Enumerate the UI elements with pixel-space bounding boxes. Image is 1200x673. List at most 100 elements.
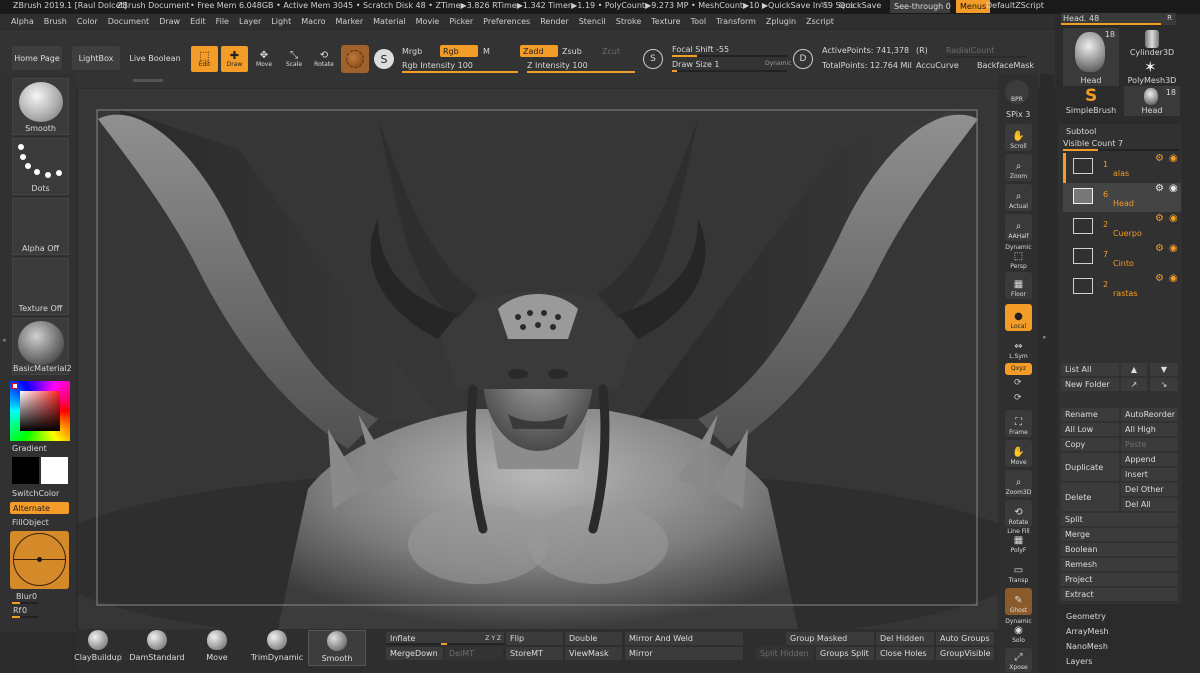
gradient-label[interactable]: Gradient: [12, 444, 47, 453]
switch-color-button[interactable]: SwitchColor: [12, 489, 59, 498]
subtool-row[interactable]: 2 rastas ⚙ ◉: [1063, 273, 1181, 302]
m-button[interactable]: M: [483, 47, 490, 56]
alternate-button[interactable]: Alternate: [10, 502, 69, 514]
tool-thumb-polymesh[interactable]: ✶ PolyMesh3D: [1124, 58, 1180, 86]
double-button[interactable]: Double: [565, 632, 622, 645]
transp-button[interactable]: ▭ Transp: [1005, 558, 1032, 585]
eye-icon[interactable]: ◉: [1169, 243, 1178, 254]
flip-button[interactable]: Flip: [506, 632, 563, 645]
menu-draw[interactable]: Draw: [159, 17, 180, 26]
menu-brush[interactable]: Brush: [44, 17, 67, 26]
menu-file[interactable]: File: [216, 17, 229, 26]
frame-button[interactable]: ⛶ Frame: [1005, 410, 1032, 437]
menu-movie[interactable]: Movie: [416, 17, 440, 26]
menu-light[interactable]: Light: [271, 17, 291, 26]
merge-down-button[interactable]: MergeDown: [386, 647, 443, 660]
store-mt-button[interactable]: StoreMT: [506, 647, 563, 660]
perspective-button[interactable]: Dynamic ⬚ Persp: [1005, 244, 1032, 271]
menu-preferences[interactable]: Preferences: [483, 17, 530, 26]
draw-mode-button[interactable]: ✚ Draw: [221, 46, 248, 72]
menu-stroke[interactable]: Stroke: [616, 17, 642, 26]
focal-shift-slider[interactable]: [672, 55, 787, 57]
zoom3d-button[interactable]: ⌕ Zoom3D: [1005, 470, 1032, 497]
material-swatch-button[interactable]: [341, 45, 369, 73]
geometry-menu[interactable]: Geometry: [1066, 612, 1106, 621]
menu-render[interactable]: Render: [540, 17, 568, 26]
menu-zscript[interactable]: Zscript: [806, 17, 834, 26]
solo-button[interactable]: Dynamic ◉ Solo: [1005, 618, 1032, 645]
mrgb-button[interactable]: Mrgb: [402, 47, 422, 56]
menu-zplugin[interactable]: Zplugin: [766, 17, 796, 26]
menu-document[interactable]: Document: [108, 17, 149, 26]
split-hidden-button[interactable]: Split Hidden: [756, 647, 814, 660]
brush-move[interactable]: Move: [188, 630, 246, 666]
gear-icon[interactable]: ⚙: [1155, 153, 1164, 164]
lightbox-button[interactable]: LightBox: [72, 46, 120, 70]
eye-icon[interactable]: ◉: [1169, 153, 1178, 164]
home-page-button[interactable]: Home Page: [12, 46, 62, 70]
main-color-swatch[interactable]: [41, 457, 68, 484]
menu-stencil[interactable]: Stencil: [579, 17, 606, 26]
gear-icon[interactable]: ⚙: [1155, 273, 1164, 284]
saturation-square[interactable]: [20, 391, 60, 431]
view-mask-button[interactable]: ViewMask: [565, 647, 622, 660]
aahalf-button[interactable]: ⌕ AAHalf: [1005, 214, 1032, 241]
menu-color[interactable]: Color: [77, 17, 98, 26]
paste-button[interactable]: Paste: [1121, 438, 1178, 451]
del-other-button[interactable]: Del Other: [1121, 483, 1178, 496]
z-rotation-icon[interactable]: ⟳: [1014, 393, 1022, 403]
move-mode-button[interactable]: ✥ Move: [252, 46, 276, 72]
arrow-se-button[interactable]: ↘: [1150, 378, 1178, 391]
tool-thumb-cylinder[interactable]: Cylinder3D: [1124, 28, 1180, 58]
brush-claybuildup[interactable]: ClayBuildup: [69, 630, 127, 666]
nanomesh-menu[interactable]: NanoMesh: [1066, 642, 1108, 651]
extract-menu[interactable]: Extract: [1061, 588, 1178, 601]
rf-slider[interactable]: [12, 616, 38, 618]
subtool-row[interactable]: 2 Cuerpo ⚙ ◉: [1063, 213, 1181, 242]
menu-transform[interactable]: Transform: [716, 17, 756, 26]
eye-icon[interactable]: ◉: [1169, 213, 1178, 224]
menu-layer[interactable]: Layer: [239, 17, 261, 26]
group-visible-button[interactable]: GroupVisible: [936, 647, 994, 660]
texture-picker[interactable]: Texture Off: [12, 258, 69, 315]
lazy-radius-dial[interactable]: [10, 531, 69, 589]
ghost-button[interactable]: ✎ Ghost: [1005, 588, 1032, 615]
menu-tool[interactable]: Tool: [691, 17, 707, 26]
remesh-menu[interactable]: Remesh: [1061, 558, 1178, 571]
dynamic-size-icon[interactable]: D: [793, 49, 813, 69]
new-folder-button[interactable]: New Folder: [1061, 378, 1119, 391]
brush-smooth-selected[interactable]: Smooth: [308, 630, 366, 666]
subtool-row-selected[interactable]: 6 Head ⚙ ◉: [1063, 183, 1181, 212]
subtool-row[interactable]: 1 alas ⚙ ◉: [1063, 153, 1181, 182]
bpr-render-button[interactable]: BPR: [1005, 80, 1029, 104]
rotate-mode-button[interactable]: ⟲ Rotate: [312, 46, 336, 72]
auto-reorder-button[interactable]: AutoReorder: [1121, 408, 1178, 421]
groups-split-button[interactable]: Groups Split: [816, 647, 874, 660]
merge-menu[interactable]: Merge: [1061, 528, 1178, 541]
menu-alpha[interactable]: Alpha: [11, 17, 34, 26]
spix-slider[interactable]: SPix 3: [1006, 110, 1030, 119]
copy-button[interactable]: Copy: [1061, 438, 1119, 451]
zadd-button[interactable]: Zadd: [520, 45, 558, 57]
stroke-picker[interactable]: Dots: [12, 138, 69, 195]
subtool-row[interactable]: 7 Cinto ⚙ ◉: [1063, 243, 1181, 272]
lsym-button[interactable]: ⇔ L.Sym: [1005, 334, 1032, 361]
y-rotation-icon[interactable]: ⟳: [1014, 378, 1022, 388]
radial-count-button[interactable]: RadialCount: [946, 46, 994, 55]
draw-size-slider[interactable]: [672, 70, 787, 72]
tool-thumb-head-small[interactable]: 18 Head: [1124, 86, 1180, 116]
rotate-view-button[interactable]: ⟲ Rotate: [1005, 500, 1032, 527]
scroll-button[interactable]: ✋ Scroll: [1005, 124, 1032, 151]
list-all-button[interactable]: List All: [1061, 363, 1119, 376]
mirror-and-weld-button[interactable]: Mirror And Weld: [625, 632, 743, 645]
move-view-button[interactable]: ✋ Move: [1005, 440, 1032, 467]
brush-picker[interactable]: Smooth: [12, 78, 69, 135]
stroke-icon[interactable]: S: [374, 49, 394, 69]
floor-button[interactable]: ▦ Floor: [1005, 272, 1032, 299]
right-tray-arrow-icon[interactable]: ▸: [1043, 333, 1047, 341]
lazy-mouse-icon[interactable]: S: [643, 49, 663, 69]
polyframe-button[interactable]: Line Fill ▦ PolyF: [1005, 528, 1032, 555]
brush-trimdynamic[interactable]: TrimDynamic: [248, 630, 306, 666]
close-holes-button[interactable]: Close Holes: [876, 647, 934, 660]
split-menu[interactable]: Split: [1061, 513, 1178, 526]
